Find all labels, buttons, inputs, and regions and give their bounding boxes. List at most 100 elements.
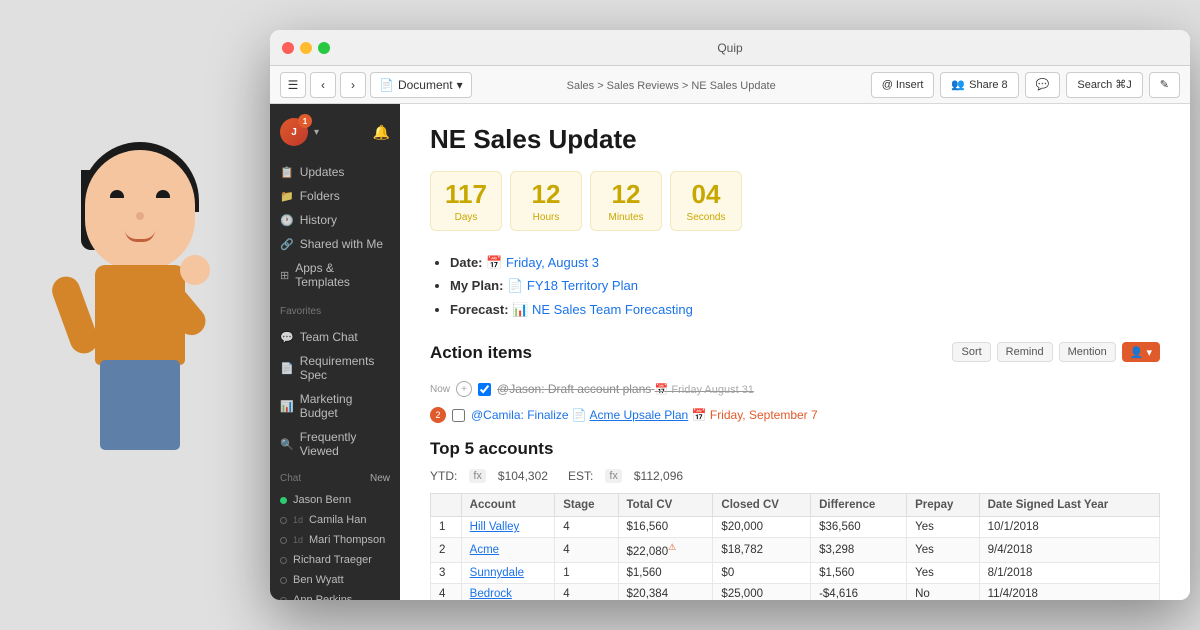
sort-button[interactable]: Sort [952,342,990,362]
plan-link[interactable]: FY18 Territory Plan [527,278,638,293]
row-stage: 4 [555,538,618,563]
sidebar-item-updates[interactable]: 📋 Updates [270,160,400,184]
action-date-2: Friday, September 7 [710,408,818,422]
row-num: 3 [431,563,462,584]
sidebar: J 1 ▾ 🔔 📋 Updates 📁 Folders 🕐 History [270,104,400,600]
search-button[interactable]: Search ⌘J [1066,72,1142,98]
remind-button[interactable]: Remind [997,342,1053,362]
countdown-days: 117 Days [430,171,502,231]
sidebar-item-requirements[interactable]: 📄 Requirements Spec [270,349,400,387]
action-checkbox-2[interactable] [452,409,465,422]
chat-time: 1d [293,535,303,545]
row-diff: $1,560 [811,563,907,584]
chat-item-mari[interactable]: 1d Mari Thompson [270,530,400,550]
chat-name: Mari Thompson [309,534,385,546]
accounts-table: Account Stage Total CV Closed CV Differe… [430,493,1160,600]
action-badge-2: 2 [430,407,446,423]
est-label: EST: [568,469,593,483]
bell-icon[interactable]: 🔔 [373,124,390,141]
offline-indicator [280,577,287,584]
row-num: 2 [431,538,462,563]
calendar-icon: 📅 [486,255,502,270]
col-stage: Stage [555,494,618,517]
sidebar-item-frequently[interactable]: 🔍 Frequently Viewed [270,425,400,463]
info-list: Date: 📅 Friday, August 3 My Plan: 📄 FY18… [430,251,1160,321]
chat-item-ann[interactable]: Ann Perkins [270,590,400,600]
row-closedcv: $0 [713,563,811,584]
countdown-seconds: 04 Seconds [670,171,742,231]
chat-item-jason[interactable]: Jason Benn [270,490,400,510]
doc-icon: 📄 [379,78,394,92]
list-item-plan: My Plan: 📄 FY18 Territory Plan [450,274,1160,297]
row-account[interactable]: Bedrock [461,584,555,601]
row-account[interactable]: Acme [461,538,555,563]
minimize-button[interactable] [300,42,312,54]
insert-button[interactable]: @ Insert [871,72,935,98]
action-checkbox-1[interactable] [478,383,491,396]
titlebar: Quip [270,30,1190,66]
sidebar-user: J 1 ▾ 🔔 [270,112,400,156]
date-link[interactable]: Friday, August 3 [506,255,599,270]
row-account[interactable]: Hill Valley [461,517,555,538]
doc-icon: 📄 [507,278,523,293]
add-action-button[interactable]: + [456,381,472,397]
chart-icon: 📊 [512,302,528,317]
chat-item-ben[interactable]: Ben Wyatt [270,570,400,590]
seconds-label: Seconds [687,212,726,223]
back-button[interactable]: ‹ [310,72,336,98]
chat-item-richard[interactable]: Richard Traeger [270,550,400,570]
bitmoji-arm-left [48,273,102,358]
col-date: Date Signed Last Year [979,494,1159,517]
sidebar-toggle-button[interactable]: ☰ [280,72,306,98]
sidebar-item-teamchat[interactable]: 💬 Team Chat [270,325,400,349]
sidebar-item-folders[interactable]: 📁 Folders [270,184,400,208]
row-account[interactable]: Sunnydale [461,563,555,584]
new-label: New [370,473,390,484]
top5-heading: Top 5 accounts [430,439,1160,459]
share-button[interactable]: 👥 Share 8 [940,72,1018,98]
sidebar-item-shared[interactable]: 🔗 Shared with Me [270,232,400,256]
est-value: $112,096 [634,469,683,483]
chat-name: Ben Wyatt [293,574,344,586]
mention-button[interactable]: Mention [1059,342,1116,362]
forecast-link[interactable]: NE Sales Team Forecasting [532,302,693,317]
row-date: 11/4/2018 [979,584,1159,601]
sidebar-favorites: 💬 Team Chat 📄 Requirements Spec 📊 Market… [270,321,400,467]
close-button[interactable] [282,42,294,54]
people-icon: 👥 [951,78,965,91]
maximize-button[interactable] [318,42,330,54]
countdown-timer: 117 Days 12 Hours 12 Minutes 04 Seconds [430,171,1160,231]
folder-icon: 📁 [280,190,294,203]
row-stage: 1 [555,563,618,584]
chat-button[interactable]: 💬 [1025,72,1061,98]
row-date: 8/1/2018 [979,563,1159,584]
document-button[interactable]: 📄 Document ▾ [370,72,472,98]
doc-icon: 📄 [572,408,587,422]
action-toolbar: Sort Remind Mention 👤 ▾ [952,342,1160,362]
forward-button[interactable]: › [340,72,366,98]
row-diff: -$4,616 [811,584,907,601]
action-orange-button[interactable]: 👤 ▾ [1122,342,1160,362]
sidebar-item-history[interactable]: 🕐 History [270,208,400,232]
col-account: Account [461,494,555,517]
budget-icon: 📊 [280,400,294,413]
bitmoji-legs [100,360,180,450]
sidebar-item-apps[interactable]: ⊞ Apps & Templates [270,256,400,294]
acme-plan-link[interactable]: Acme Upsale Plan [590,408,689,422]
row-stage: 4 [555,584,618,601]
row-totalcv: $22,080⚠ [618,538,713,563]
bitmoji-smile [125,230,155,242]
row-closedcv: $25,000 [713,584,811,601]
chat-icon: 💬 [280,331,294,344]
now-label: Now [430,384,450,395]
avatar[interactable]: J 1 [280,118,308,146]
countdown-minutes: 12 Minutes [590,171,662,231]
sidebar-item-marketing[interactable]: 📊 Marketing Budget [270,387,400,425]
row-prepay: Yes [907,517,980,538]
action-item-1: Now + @Jason: Draft account plans 📅 Frid… [430,379,1160,399]
action-text-1: @Jason: Draft account plans 📅 Friday Aug… [497,382,754,396]
chat-item-camila[interactable]: 1d Camila Han [270,510,400,530]
history-icon: 🕐 [280,214,294,227]
edit-button[interactable]: ✎ [1149,72,1180,98]
toolbar: ☰ ‹ › 📄 Document ▾ Sales > Sales Reviews… [270,66,1190,104]
